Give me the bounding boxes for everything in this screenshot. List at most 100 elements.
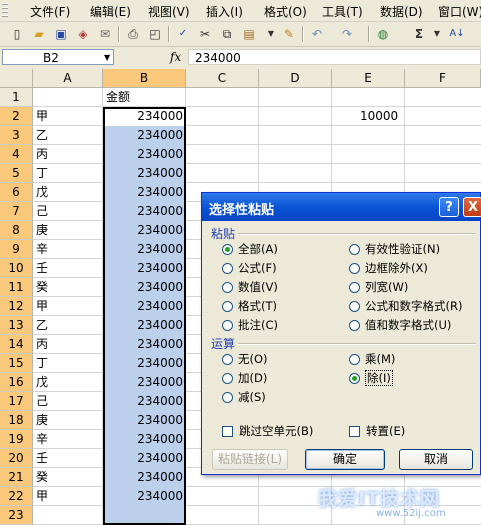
formula-input[interactable]: 234000 [188,49,481,65]
row-header-7[interactable]: 7 [0,202,33,221]
radio-op-none[interactable]: 无(O) [222,351,268,367]
column-header-d[interactable]: D [259,69,332,88]
cell-b22[interactable]: 234000 [104,487,183,506]
cell-b12[interactable]: 234000 [104,297,183,316]
radio-paste-values-number-formats[interactable]: 值和数字格式(U) [349,317,451,333]
cell-a20[interactable]: 壬 [36,449,48,468]
select-all-corner[interactable] [0,69,33,88]
checkbox-transpose[interactable]: 转置(E) [349,423,405,439]
menu-insert[interactable]: 插入(I) [206,3,243,20]
row-header-15[interactable]: 15 [0,354,33,373]
cell-b16[interactable]: 234000 [104,373,183,392]
spelling-icon[interactable]: ✓ [174,25,192,43]
row-header-13[interactable]: 13 [0,316,33,335]
fx-icon[interactable]: fx [170,50,181,64]
row-header-11[interactable]: 11 [0,278,33,297]
checkbox-skip-blanks[interactable]: 跳过空单元(B) [222,423,313,439]
cell-b7[interactable]: 234000 [104,202,183,221]
radio-paste-all-except-borders[interactable]: 边框除外(X) [349,260,428,276]
row-header-22[interactable]: 22 [0,487,33,506]
cell-b14[interactable]: 234000 [104,335,183,354]
cell-b2[interactable]: 234000 [104,107,183,126]
open-icon[interactable]: ▰ [30,25,48,43]
cell-b20[interactable]: 234000 [104,449,183,468]
cell-a21[interactable]: 癸 [36,468,48,487]
row-header-4[interactable]: 4 [0,145,33,164]
new-icon[interactable]: ▯ [8,25,26,43]
row-header-3[interactable]: 3 [0,126,33,145]
radio-paste-column-widths[interactable]: 列宽(W) [349,279,408,295]
cell-a7[interactable]: 己 [36,202,48,221]
cell-b15[interactable]: 234000 [104,354,183,373]
format-painter-icon[interactable]: ✎ [280,25,298,43]
cell-b6[interactable]: 234000 [104,183,183,202]
save-icon[interactable]: ▣ [52,25,70,43]
cell-a11[interactable]: 癸 [36,278,48,297]
cell-b8[interactable]: 234000 [104,221,183,240]
radio-op-subtract[interactable]: 减(S) [222,389,266,405]
cell-a17[interactable]: 己 [36,392,48,411]
hyperlink-icon[interactable]: ◍ [374,25,392,43]
menu-edit[interactable]: 编辑(E) [90,3,131,20]
menu-window[interactable]: 窗口(W) [438,3,481,20]
undo-icon[interactable]: ↶ [308,25,326,43]
chevron-down-icon[interactable]: ▼ [428,25,446,43]
print-icon[interactable]: ⎙ [124,25,142,43]
radio-paste-all[interactable]: 全部(A) [222,241,278,257]
row-header-16[interactable]: 16 [0,373,33,392]
cell-a22[interactable]: 甲 [36,487,48,506]
row-header-19[interactable]: 19 [0,430,33,449]
cell-b17[interactable]: 234000 [104,392,183,411]
cell-b10[interactable]: 234000 [104,259,183,278]
cell-a4[interactable]: 丙 [36,145,48,164]
cell-a15[interactable]: 丁 [36,354,48,373]
cell-a14[interactable]: 丙 [36,335,48,354]
radio-paste-values[interactable]: 数值(V) [222,279,278,295]
cell-a16[interactable]: 戊 [36,373,48,392]
row-header-2[interactable]: 2 [0,107,33,126]
row-header-20[interactable]: 20 [0,449,33,468]
menu-data[interactable]: 数据(D) [380,3,423,20]
column-header-b[interactable]: B [103,69,186,88]
help-button[interactable]: ? [439,197,459,217]
cell-a13[interactable]: 乙 [36,316,48,335]
cell-a19[interactable]: 辛 [36,430,48,449]
chevron-down-icon[interactable]: ▼ [104,53,110,62]
cut-icon[interactable]: ✂ [196,25,214,43]
radio-paste-comments[interactable]: 批注(C) [222,317,278,333]
autosum-icon[interactable]: Σ [410,25,428,43]
cell-b18[interactable]: 234000 [104,411,183,430]
cell-b19[interactable]: 234000 [104,430,183,449]
print-preview-icon[interactable]: ◰ [146,25,164,43]
cell-a6[interactable]: 戊 [36,183,48,202]
menu-view[interactable]: 视图(V) [148,3,190,20]
permission-icon[interactable]: ◈ [74,25,92,43]
redo-icon[interactable]: ↷ [338,25,356,43]
cell-a2[interactable]: 甲 [36,107,48,126]
menu-format[interactable]: 格式(O) [264,3,307,20]
row-header-10[interactable]: 10 [0,259,33,278]
row-header-5[interactable]: 5 [0,164,33,183]
row-header-23[interactable]: 23 [0,506,33,525]
copy-icon[interactable]: ⧉ [218,25,236,43]
radio-paste-formulas[interactable]: 公式(F) [222,260,277,276]
cell-b11[interactable]: 234000 [104,278,183,297]
cell-a12[interactable]: 甲 [36,297,48,316]
close-button[interactable]: X [463,197,481,217]
row-header-9[interactable]: 9 [0,240,33,259]
radio-paste-formulas-number-formats[interactable]: 公式和数字格式(R) [349,298,462,314]
cancel-button[interactable]: 取消 [399,449,473,470]
cell-a18[interactable]: 庚 [36,411,48,430]
cell-a9[interactable]: 辛 [36,240,48,259]
email-icon[interactable]: ✉ [96,25,114,43]
column-header-c[interactable]: C [186,69,259,88]
row-header-21[interactable]: 21 [0,468,33,487]
dialog-title-bar[interactable]: 选择性粘贴 ? X [202,193,481,221]
cell-b13[interactable]: 234000 [104,316,183,335]
radio-paste-formats[interactable]: 格式(T) [222,298,277,314]
radio-op-divide[interactable]: 除(I) [349,370,393,386]
column-header-e[interactable]: E [332,69,405,88]
name-box[interactable]: B2 [2,49,114,65]
ok-button[interactable]: 确定 [305,449,385,470]
cell-b5[interactable]: 234000 [104,164,183,183]
